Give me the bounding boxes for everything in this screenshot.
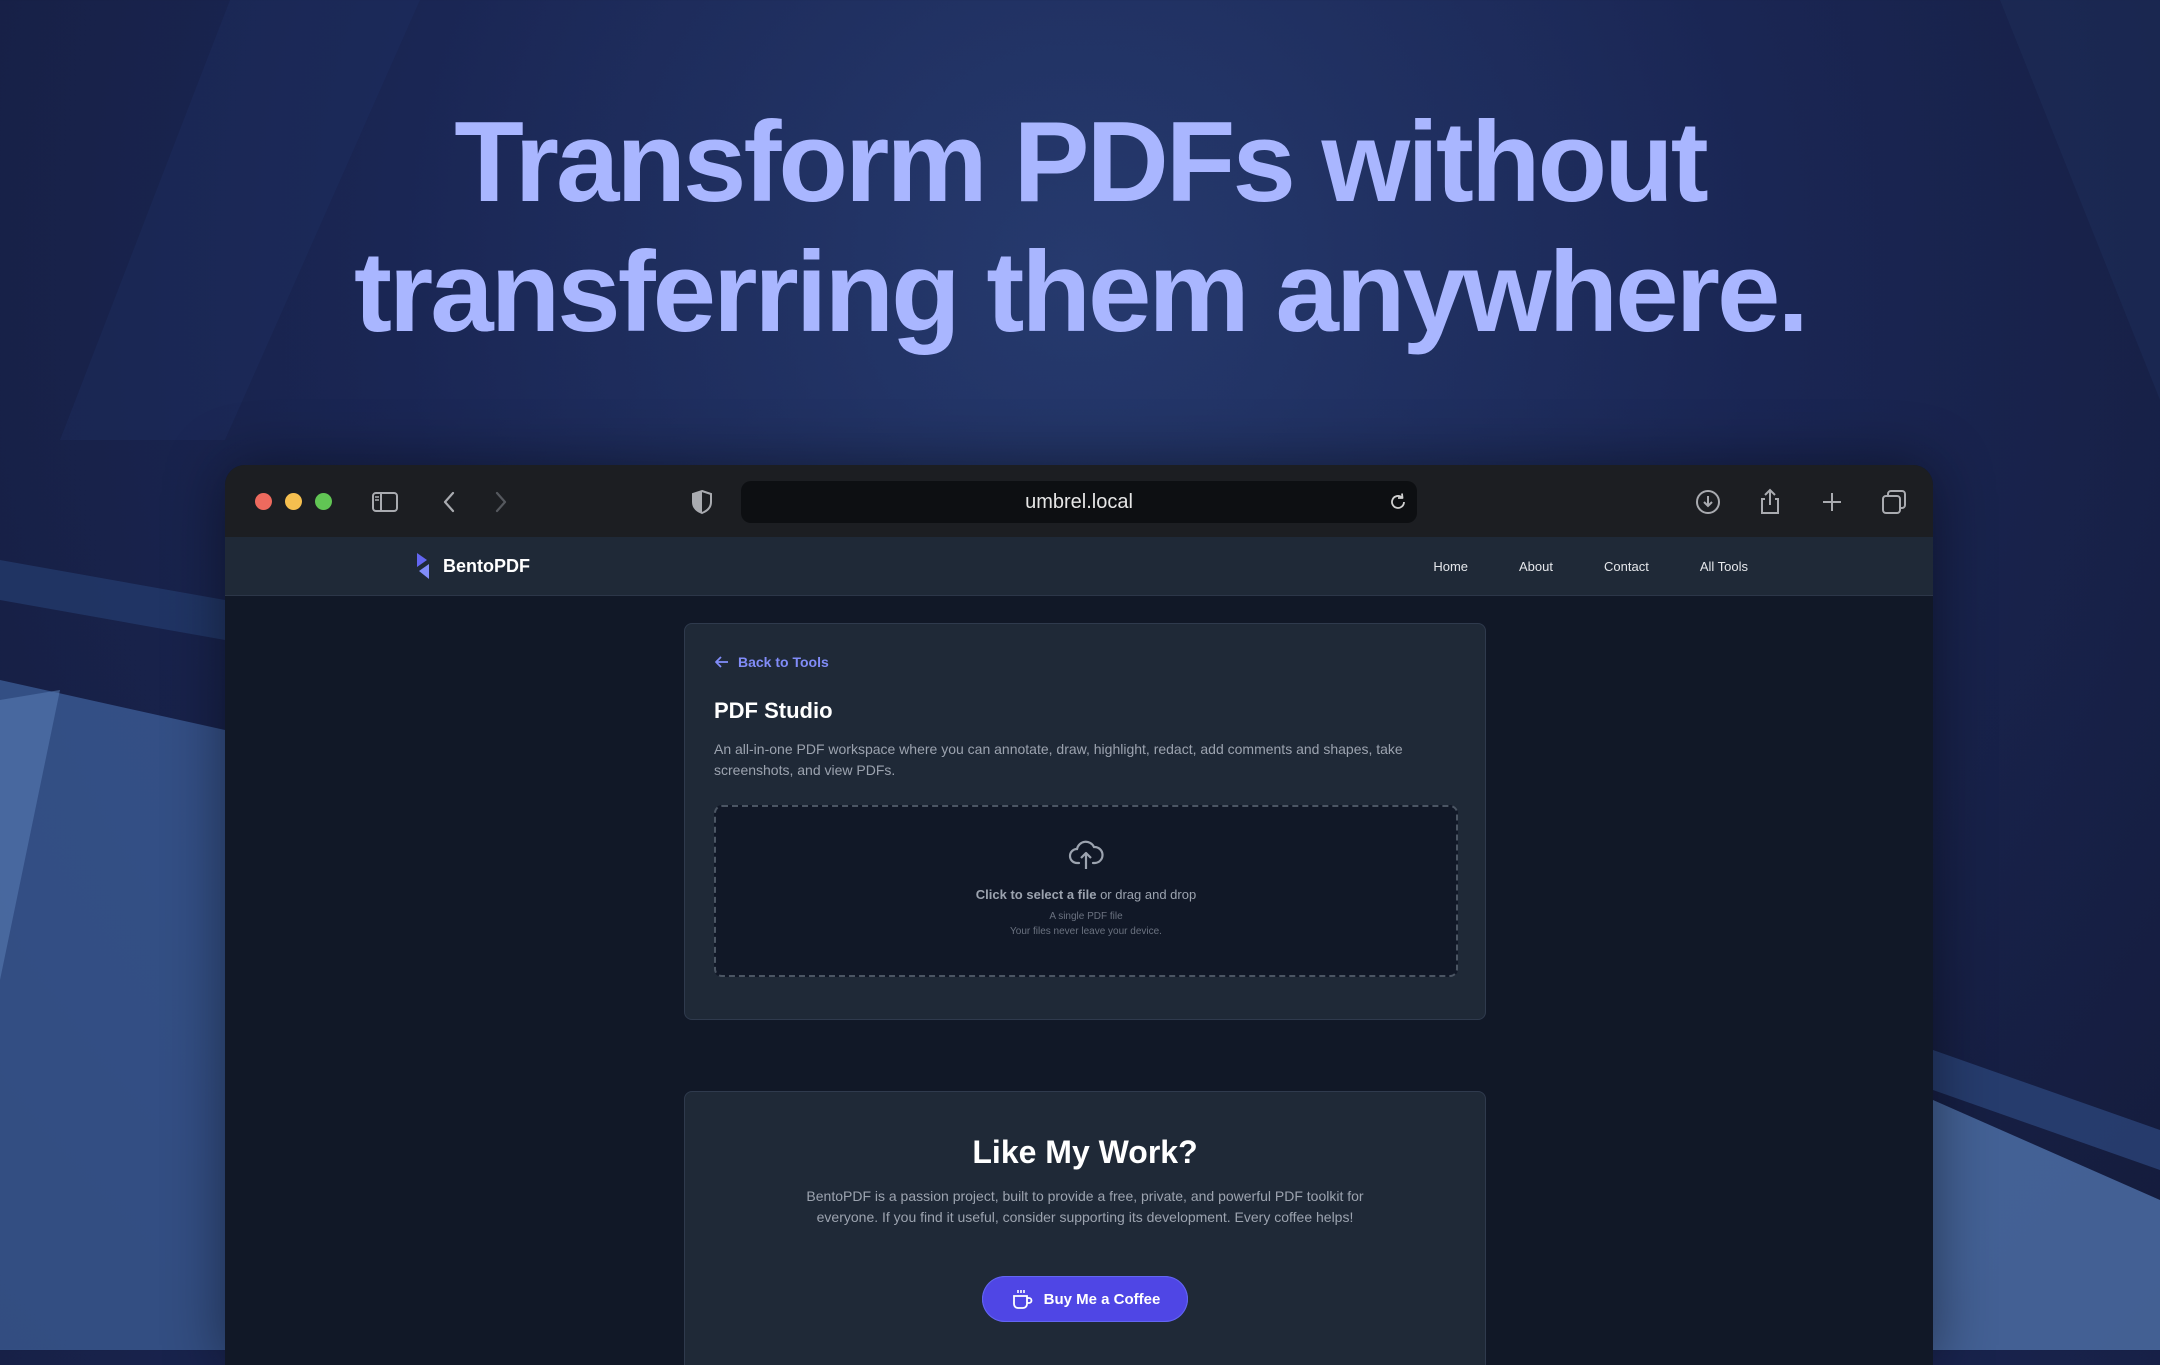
brand-name: BentoPDF xyxy=(443,555,530,576)
nav-links: Home About Contact All Tools xyxy=(1433,537,1748,595)
hero-headline: Transform PDFs without transferring them… xyxy=(0,98,2160,358)
tool-description: An all-in-one PDF workspace where you ca… xyxy=(714,741,1403,778)
cloud-upload-icon xyxy=(1068,840,1104,869)
bentopdf-logo-icon xyxy=(417,553,429,579)
hero-line-1: Transform PDFs without xyxy=(454,99,1708,226)
hero-line-2: transferring them anywhere. xyxy=(353,229,1809,356)
address-bar[interactable]: umbrel.local xyxy=(741,481,1417,523)
support-title: Like My Work? xyxy=(972,1134,1198,1170)
forward-icon[interactable] xyxy=(485,487,515,517)
dropzone-drag-text: or drag and drop xyxy=(1096,887,1197,902)
dropzone-hint: A single PDF file xyxy=(1049,911,1123,922)
back-icon[interactable] xyxy=(435,487,465,517)
buy-me-a-coffee-button[interactable]: Buy Me a Coffee xyxy=(982,1276,1188,1322)
arrow-left-icon xyxy=(715,656,728,668)
minimize-window-button[interactable] xyxy=(285,493,302,510)
dropzone-select-text[interactable]: Click to select a file xyxy=(976,887,1097,902)
back-to-tools-label: Back to Tools xyxy=(738,654,829,670)
dropzone-instruction: Click to select a file or drag and drop xyxy=(716,887,1456,902)
file-dropzone[interactable]: Click to select a file or drag and drop … xyxy=(714,805,1458,977)
coffee-cup-icon xyxy=(1012,1290,1033,1309)
new-tab-icon[interactable] xyxy=(1817,487,1847,517)
buy-me-a-coffee-label: Buy Me a Coffee xyxy=(1043,1290,1161,1308)
nav-link-all-tools[interactable]: All Tools xyxy=(1700,559,1748,574)
download-icon[interactable] xyxy=(1693,487,1723,517)
sidebar-icon[interactable] xyxy=(370,487,400,517)
tool-title: PDF Studio xyxy=(714,698,833,723)
back-to-tools-link[interactable]: Back to Tools xyxy=(714,654,829,670)
share-icon[interactable] xyxy=(1755,487,1785,517)
site-navbar: BentoPDF Home About Contact All Tools xyxy=(225,537,1933,596)
shield-icon[interactable] xyxy=(687,487,717,517)
url-text: umbrel.local xyxy=(1025,491,1133,513)
tool-card: Back to Tools PDF Studio An all-in-one P… xyxy=(684,623,1486,1020)
support-text: BentoPDF is a passion project, built to … xyxy=(806,1188,1364,1225)
reload-icon[interactable] xyxy=(1387,491,1409,513)
tabs-overview-icon[interactable] xyxy=(1879,487,1909,517)
dropzone-privacy-note: Your files never leave your device. xyxy=(1010,926,1162,937)
close-window-button[interactable] xyxy=(255,493,272,510)
zoom-window-button[interactable] xyxy=(315,493,332,510)
brand[interactable]: BentoPDF xyxy=(413,551,530,581)
nav-link-home[interactable]: Home xyxy=(1433,559,1468,574)
nav-link-about[interactable]: About xyxy=(1519,559,1553,574)
nav-link-contact[interactable]: Contact xyxy=(1604,559,1649,574)
browser-window: umbrel.local BentoPDF Home About Contact… xyxy=(225,465,1933,1365)
support-card: Like My Work? BentoPDF is a passion proj… xyxy=(684,1091,1486,1365)
browser-toolbar: umbrel.local xyxy=(225,465,1933,537)
